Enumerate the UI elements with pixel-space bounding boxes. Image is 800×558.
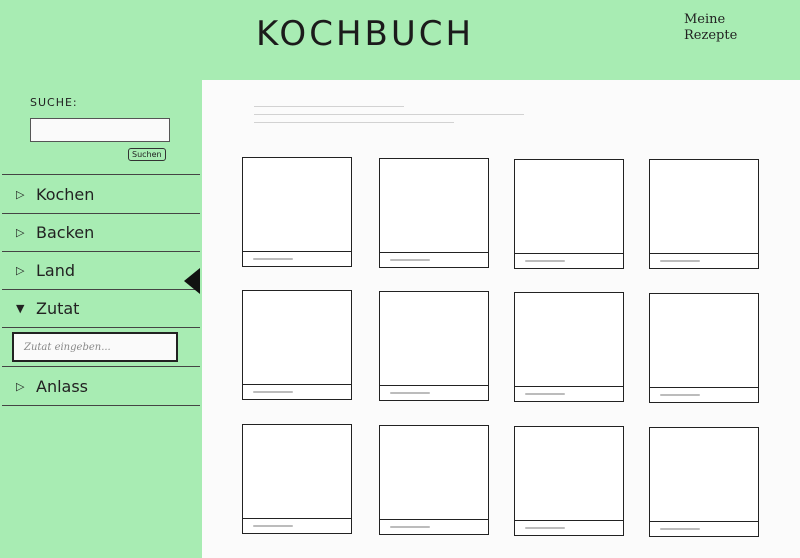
card-caption-scribble xyxy=(390,392,430,394)
card-divider xyxy=(515,386,623,387)
search-button[interactable]: Suchen xyxy=(128,148,166,161)
card-caption-scribble xyxy=(525,527,565,529)
triangle-left-icon xyxy=(184,268,200,294)
faint-heading-scribble xyxy=(254,114,524,115)
card-caption-scribble xyxy=(390,259,430,261)
my-recipes-link[interactable]: Meine Rezepte xyxy=(684,12,744,44)
sidebar-item-backen[interactable]: ▷ Backen xyxy=(2,214,200,252)
triangle-right-icon: ▷ xyxy=(16,380,25,393)
recipe-card[interactable] xyxy=(649,427,759,537)
card-caption-scribble xyxy=(525,393,565,395)
card-divider xyxy=(650,521,758,522)
triangle-right-icon: ▷ xyxy=(16,226,25,239)
recipe-card[interactable] xyxy=(379,425,489,535)
card-caption-scribble xyxy=(660,260,700,262)
card-divider xyxy=(243,251,351,252)
sidebar-item-kochen[interactable]: ▷ Kochen xyxy=(2,176,200,214)
card-caption-scribble xyxy=(253,391,293,393)
recipe-card[interactable] xyxy=(649,293,759,403)
sidebar-item-label: Land xyxy=(36,261,76,280)
recipe-card[interactable] xyxy=(379,291,489,401)
sidebar-item-land[interactable]: ▷ Land xyxy=(2,252,200,290)
card-divider xyxy=(380,252,488,253)
ingredient-input[interactable]: Zutat eingeben... xyxy=(12,332,178,362)
sidebar-item-zutat[interactable]: ▼ Zutat xyxy=(2,290,200,328)
sidebar-item-label: Anlass xyxy=(36,377,89,396)
sidebar: SUCHE: Suchen ▷ Kochen ▷ Backen ▷ Land ▼… xyxy=(0,80,202,558)
recipe-card[interactable] xyxy=(242,290,352,400)
recipe-card[interactable] xyxy=(649,159,759,269)
card-divider xyxy=(515,520,623,521)
sidebar-item-label: Kochen xyxy=(36,185,95,204)
card-caption-scribble xyxy=(253,525,293,527)
card-divider xyxy=(380,519,488,520)
card-divider xyxy=(380,385,488,386)
card-divider xyxy=(243,518,351,519)
header-bar: KOCHBUCH Meine Rezepte xyxy=(0,0,800,80)
sidebar-item-label: Backen xyxy=(36,223,95,242)
card-caption-scribble xyxy=(525,260,565,262)
triangle-right-icon: ▷ xyxy=(16,264,25,277)
triangle-right-icon: ▷ xyxy=(16,188,25,201)
recipe-grid-area xyxy=(202,80,800,558)
card-caption-scribble xyxy=(660,528,700,530)
card-caption-scribble xyxy=(660,394,700,396)
ingredient-field-row: Zutat eingeben... xyxy=(2,328,200,367)
card-divider xyxy=(650,253,758,254)
my-recipes-line-1: Meine xyxy=(684,12,726,27)
app-title: KOCHBUCH xyxy=(256,14,475,54)
recipe-card[interactable] xyxy=(242,424,352,534)
sidebar-item-label: Zutat xyxy=(36,299,80,318)
sidebar-item-anlass[interactable]: ▷ Anlass xyxy=(2,368,200,406)
search-block: SUCHE: Suchen xyxy=(2,82,200,175)
card-caption-scribble xyxy=(253,258,293,260)
triangle-down-icon: ▼ xyxy=(16,302,25,315)
recipe-card[interactable] xyxy=(514,159,624,269)
recipe-card[interactable] xyxy=(514,426,624,536)
card-divider xyxy=(650,387,758,388)
card-divider xyxy=(243,384,351,385)
recipe-card[interactable] xyxy=(514,292,624,402)
card-caption-scribble xyxy=(390,526,430,528)
card-divider xyxy=(515,253,623,254)
search-label: SUCHE: xyxy=(30,96,78,109)
recipe-card[interactable] xyxy=(379,158,489,268)
my-recipes-line-2: Rezepte xyxy=(684,28,738,43)
recipe-card[interactable] xyxy=(242,157,352,267)
search-input[interactable] xyxy=(30,118,170,142)
faint-heading-scribble xyxy=(254,122,454,123)
faint-heading-scribble xyxy=(254,106,404,107)
